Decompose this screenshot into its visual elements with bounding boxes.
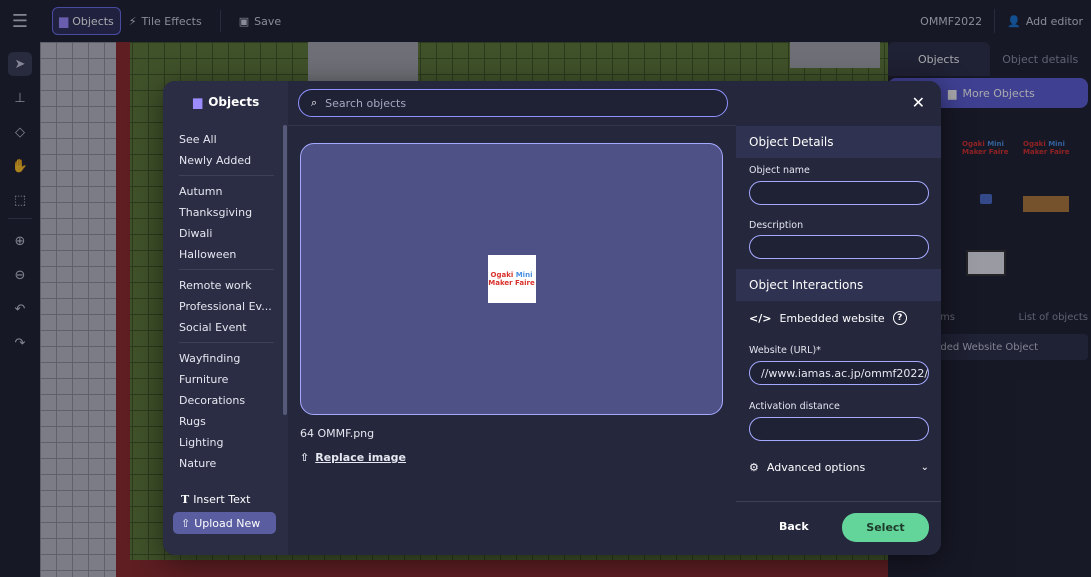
sofa-icon: ▆ <box>193 95 203 109</box>
category-item[interactable]: Wayfinding <box>179 348 274 369</box>
category-list: See All Newly Added Autumn Thanksgiving … <box>179 129 274 474</box>
category-item[interactable]: Thanksgiving <box>179 202 274 223</box>
modal-title: ▆ Objects <box>193 95 260 109</box>
objects-modal: ▆ Objects See All Newly Added Autumn Tha… <box>163 81 941 555</box>
category-item[interactable]: Social Event <box>179 317 274 338</box>
section-header-object-interactions: Object Interactions <box>736 269 941 301</box>
preview-area: ⌕ Search objects Ogaki Mini Maker Faire … <box>288 81 736 555</box>
help-icon[interactable]: ? <box>892 311 907 325</box>
text-icon: T <box>181 493 190 506</box>
ogaki-mini-maker-faire-logo: Ogaki Mini Maker Faire <box>487 255 536 303</box>
object-details-panel: ✕ Object Details Object name Description… <box>736 81 941 555</box>
upload-new-button[interactable]: ⇧ Upload New <box>173 512 276 534</box>
category-item[interactable]: Professional Ev... <box>179 296 274 317</box>
category-item[interactable]: Autumn <box>179 181 274 202</box>
section-header-object-details: Object Details <box>736 126 941 158</box>
insert-text-button[interactable]: T Insert Text <box>181 493 250 506</box>
divider <box>179 342 274 343</box>
image-preview: Ogaki Mini Maker Faire <box>300 143 723 415</box>
category-item[interactable]: Furniture <box>179 369 274 390</box>
back-button[interactable]: Back <box>779 520 809 533</box>
category-item[interactable]: Nature <box>179 453 274 474</box>
category-item[interactable]: See All <box>179 129 274 150</box>
activation-distance-input[interactable] <box>749 417 929 441</box>
category-item[interactable]: Halloween <box>179 244 274 265</box>
object-name-label: Object name <box>749 165 810 176</box>
object-name-input[interactable] <box>749 181 929 205</box>
upload-icon: ⇧ <box>181 516 191 530</box>
code-icon: </> <box>749 311 772 325</box>
category-item[interactable]: Lighting <box>179 432 274 453</box>
activation-distance-label: Activation distance <box>749 401 840 412</box>
interaction-type-selector[interactable]: </> Embedded website ? <box>749 311 907 325</box>
description-label: Description <box>749 220 804 231</box>
close-icon[interactable]: ✕ <box>912 93 925 112</box>
category-sidebar: ▆ Objects See All Newly Added Autumn Tha… <box>163 81 288 555</box>
divider <box>179 269 274 270</box>
description-input[interactable] <box>749 235 929 259</box>
upload-icon: ⇧ <box>300 451 310 464</box>
file-name: 64 OMMF.png <box>300 427 375 440</box>
url-label: Website (URL)* <box>749 345 821 356</box>
category-item[interactable]: Diwali <box>179 223 274 244</box>
chevron-down-icon: ⌄ <box>920 462 929 473</box>
gear-icon: ⚙ <box>749 461 759 474</box>
search-icon: ⌕ <box>311 96 318 109</box>
url-input[interactable]: //www.iamas.ac.jp/ommf2022/ <box>749 361 929 385</box>
select-button[interactable]: Select <box>842 513 929 542</box>
divider <box>288 125 736 126</box>
category-item[interactable]: Newly Added <box>179 150 274 171</box>
divider <box>736 501 941 502</box>
search-input[interactable]: ⌕ Search objects <box>298 89 728 117</box>
category-item[interactable]: Rugs <box>179 411 274 432</box>
advanced-options-toggle[interactable]: ⚙ Advanced options ⌄ <box>749 461 929 474</box>
category-item[interactable]: Remote work <box>179 275 274 296</box>
category-item[interactable]: Decorations <box>179 390 274 411</box>
category-scrollbar[interactable] <box>283 125 287 415</box>
divider <box>179 175 274 176</box>
replace-image-link[interactable]: ⇧ Replace image <box>300 451 406 464</box>
